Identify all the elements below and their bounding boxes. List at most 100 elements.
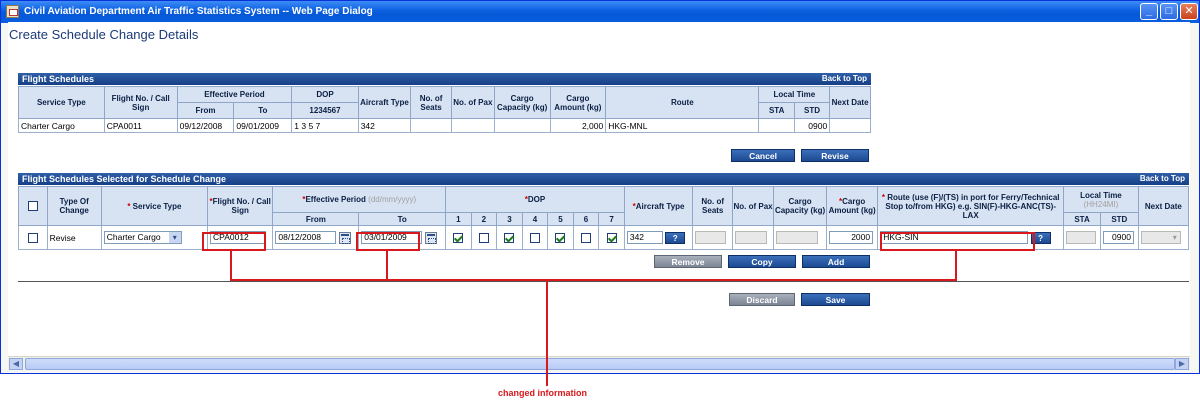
header-no-of-seats: No. of Seats <box>692 186 734 226</box>
header-route: * Route (use (F)/(TS) in port for Ferry/… <box>877 186 1065 226</box>
route-highlight <box>880 232 1035 251</box>
header-aircraft-type-label: Aircraft Type <box>635 201 685 211</box>
day-5-checkbox[interactable] <box>555 232 566 243</box>
page-title: Create Schedule Change Details <box>9 27 199 42</box>
header-day-4: 4 <box>521 212 549 226</box>
day-6-checkbox[interactable] <box>581 232 592 243</box>
cargo-capacity-input <box>776 231 818 244</box>
chevron-down-icon: ▾ <box>1172 233 1177 242</box>
seats-cell <box>692 225 734 250</box>
header-effective-period-label: Effective Period <box>305 195 366 204</box>
header-next-date: Next Date <box>1137 186 1190 226</box>
header-day-6: 6 <box>572 212 600 226</box>
cell-aircraft-type: 342 <box>357 118 412 133</box>
header-service-type: * Service Type <box>100 186 209 226</box>
discard-button[interactable]: Discard <box>729 293 795 306</box>
cell-cargo-amount: 2,000 <box>549 118 607 133</box>
header-flight-no-label: Flight No. / Call Sign <box>212 197 271 215</box>
cargo-amount-cell: 2000 <box>826 225 879 250</box>
cell-flight-no: CPA0011 <box>103 118 178 133</box>
cell-next-date <box>829 118 871 133</box>
header-no-of-seats: No. of Seats <box>410 86 452 119</box>
day-2-checkbox[interactable] <box>478 232 489 243</box>
select-all-checkbox[interactable] <box>27 201 38 211</box>
day-1-cell <box>445 225 472 250</box>
title-bar[interactable]: Civil Aviation Department Air Traffic St… <box>1 1 1199 23</box>
cell-route: HKG-MNL <box>605 118 760 133</box>
from-cell: 08/12/2008 <box>272 225 360 250</box>
flight-schedules-heading: Flight Schedules <box>22 74 95 84</box>
cell-no-of-pax <box>450 118 495 133</box>
sta-input <box>1066 231 1097 244</box>
changed-information-callout: changed information <box>498 388 588 398</box>
select-all-cell <box>18 186 48 226</box>
header-cargo-amount-label: Cargo Amount (kg) <box>828 197 876 215</box>
header-from: From <box>176 102 235 119</box>
day-5-cell <box>547 225 574 250</box>
header-std: STD <box>793 102 831 119</box>
cancel-button[interactable]: Cancel <box>731 149 795 162</box>
header-dop-days: 1234567 <box>291 102 359 119</box>
cell-cargo-capacity <box>493 118 551 133</box>
cell-from: 09/12/2008 <box>176 118 235 133</box>
calendar-icon[interactable] <box>424 231 437 244</box>
header-from: From <box>272 212 360 226</box>
header-route-label: Route (use (F)/(TS) in port for Ferry/Te… <box>885 192 1060 220</box>
table-row: Charter Cargo CPA0011 09/12/2008 09/01/2… <box>18 118 871 133</box>
header-service-type: Service Type <box>18 86 105 119</box>
pax-cell <box>732 225 774 250</box>
scroll-right-icon[interactable]: ▶ <box>1175 358 1189 370</box>
day-7-cell <box>598 225 625 250</box>
connector-line <box>546 279 548 386</box>
save-button[interactable]: Save <box>801 293 870 306</box>
header-aircraft-type: Aircraft Type <box>357 86 412 119</box>
day-4-cell <box>521 225 549 250</box>
horizontal-scrollbar[interactable]: ◀ ▶ <box>8 356 1190 370</box>
back-to-top-link[interactable]: Back to Top <box>822 73 867 85</box>
aircraft-lookup-button[interactable]: ? <box>665 231 686 244</box>
back-to-top-link[interactable]: Back to Top <box>1140 173 1185 185</box>
day-3-checkbox[interactable] <box>504 232 515 243</box>
add-button[interactable]: Add <box>802 255 870 268</box>
row-select-checkbox[interactable] <box>27 232 38 243</box>
day-7-checkbox[interactable] <box>606 232 617 243</box>
header-day-2: 2 <box>470 212 498 226</box>
header-std: STD <box>1099 212 1139 226</box>
header-route: Route <box>605 86 760 119</box>
scroll-left-icon[interactable]: ◀ <box>9 358 23 370</box>
day-1-checkbox[interactable] <box>453 232 464 243</box>
chevron-down-icon[interactable]: ▾ <box>168 232 181 243</box>
revise-button[interactable]: Revise <box>801 149 869 162</box>
aircraft-type-cell: 342 ? <box>623 225 694 250</box>
header-no-of-pax: No. of Pax <box>732 186 774 226</box>
cell-sta <box>758 118 795 133</box>
cargo-amount-input[interactable]: 2000 <box>829 231 874 244</box>
calendar-icon[interactable] <box>338 231 351 244</box>
copy-button[interactable]: Copy <box>728 255 796 268</box>
connector-line <box>955 251 957 280</box>
std-cell: 0900 <box>1099 225 1139 250</box>
connector-line <box>386 251 388 280</box>
from-date-input[interactable]: 08/12/2008 <box>275 231 337 244</box>
header-local-time-label: Local Time <box>1080 190 1122 200</box>
scroll-thumb[interactable] <box>25 358 1175 370</box>
to-date-highlight <box>356 232 420 251</box>
close-button[interactable]: ✕ <box>1180 3 1198 20</box>
service-type-select[interactable]: Charter Cargo ▾ <box>103 231 182 244</box>
cell-service-type: Charter Cargo <box>18 118 105 133</box>
header-cargo-amount: *Cargo Amount (kg) <box>826 186 879 226</box>
header-next-date: Next Date <box>829 86 871 119</box>
day-2-cell <box>470 225 498 250</box>
header-service-type-label: Service Type <box>132 201 182 211</box>
day-4-checkbox[interactable] <box>529 232 540 243</box>
minimize-button[interactable]: _ <box>1140 3 1158 20</box>
header-dop: DOP <box>291 86 359 103</box>
std-input[interactable]: 0900 <box>1102 231 1134 244</box>
connector-line <box>230 251 232 280</box>
aircraft-type-input[interactable]: 342 <box>626 231 663 244</box>
header-day-7: 7 <box>598 212 625 226</box>
header-local-time: Local Time <box>758 86 831 103</box>
header-cargo-capacity: Cargo Capacity (kg) <box>772 186 828 226</box>
maximize-button[interactable]: □ <box>1160 3 1178 20</box>
remove-button[interactable]: Remove <box>654 255 722 268</box>
